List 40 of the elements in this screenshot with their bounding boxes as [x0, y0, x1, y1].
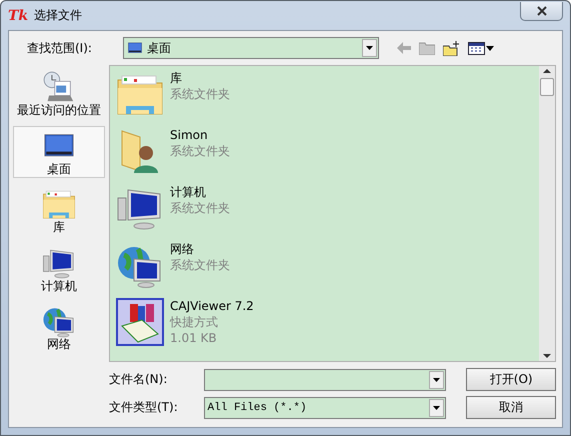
dropdown-arrow-icon — [433, 406, 440, 410]
view-menu-icon[interactable] — [468, 42, 494, 54]
look-in-dropdown[interactable]: 桌面 — [123, 37, 379, 59]
file-name[interactable]: 计算机 — [170, 184, 230, 200]
file-detail: 系统文件夹 — [170, 257, 230, 273]
shortcut-app-icon — [116, 298, 164, 346]
window-title: 选择文件 — [34, 7, 82, 24]
file-name-label: 文件名(N): — [109, 371, 168, 388]
file-detail: 系统文件夹 — [170, 143, 230, 159]
cancel-button[interactable]: 取消 — [466, 396, 556, 419]
dropdown-arrow-icon — [366, 46, 373, 50]
file-name[interactable]: CAJViewer 7.2 — [170, 298, 254, 314]
file-detail: 1.01 KB — [170, 330, 218, 346]
file-name[interactable]: 库 — [170, 70, 230, 86]
sidebar-item[interactable]: 网络 — [13, 301, 105, 354]
vertical-scrollbar[interactable] — [539, 66, 555, 361]
clock-document-icon — [42, 70, 76, 104]
scroll-up-icon[interactable] — [543, 66, 551, 76]
scroll-down-icon[interactable] — [543, 351, 551, 361]
file-detail: 快捷方式 — [170, 314, 219, 330]
file-name[interactable]: Simon — [170, 127, 230, 143]
close-icon — [536, 6, 548, 16]
file-name[interactable]: 网络 — [170, 241, 230, 257]
new-folder-icon[interactable] — [443, 40, 460, 56]
file-type-dropdown[interactable]: All Files (*.*) — [204, 396, 446, 418]
sidebar-item[interactable]: 最近访问的位置 — [13, 67, 105, 120]
look-in-label: 查找范围(I): — [26, 40, 93, 56]
scroll-thumb[interactable] — [540, 78, 554, 96]
file-type-label: 文件类型(T): — [109, 399, 179, 416]
monitor-icon — [127, 40, 143, 56]
file-detail: 系统文件夹 — [170, 86, 230, 102]
open-button[interactable]: 打开(O) — [466, 368, 556, 391]
dropdown-arrow-icon — [433, 378, 440, 382]
sidebar-item[interactable]: 桌面 — [13, 126, 105, 178]
file-detail: 系统文件夹 — [170, 200, 230, 216]
app-logo-icon: Tk — [8, 8, 28, 24]
close-button[interactable] — [520, 2, 563, 20]
sidebar-item[interactable]: 计算机 — [13, 242, 105, 296]
file-name-field[interactable] — [204, 368, 446, 390]
sidebar-item[interactable]: 库 — [13, 184, 105, 237]
